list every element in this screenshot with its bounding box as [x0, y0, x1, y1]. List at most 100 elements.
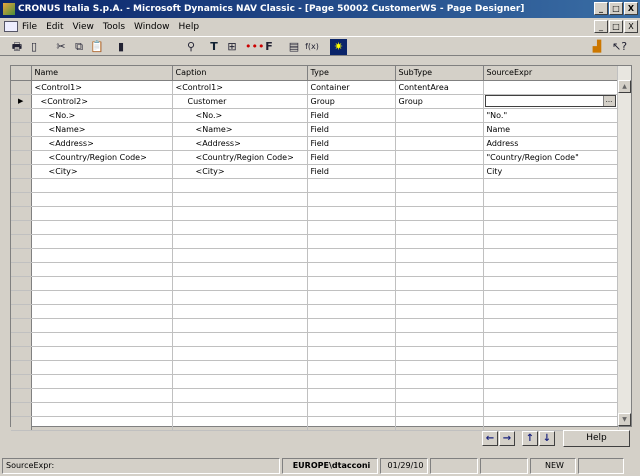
- cell-source[interactable]: [483, 360, 619, 375]
- cell-caption[interactable]: [172, 360, 308, 375]
- cell-name[interactable]: <Country/Region Code>: [31, 150, 173, 165]
- move-right-button[interactable]: →: [499, 431, 515, 446]
- help-pointer-icon[interactable]: ↖?: [612, 39, 627, 55]
- cell-name[interactable]: [31, 402, 173, 417]
- cell-caption[interactable]: [172, 374, 308, 389]
- table-row[interactable]: [11, 374, 619, 389]
- cell-type[interactable]: Field: [307, 122, 396, 137]
- cell-name[interactable]: <No.>: [31, 108, 173, 123]
- table-row[interactable]: [11, 388, 619, 403]
- cell-name[interactable]: [31, 234, 173, 249]
- cell-name[interactable]: [31, 220, 173, 235]
- cell-name[interactable]: [31, 248, 173, 263]
- cell-type[interactable]: [307, 262, 396, 277]
- row-selector[interactable]: [11, 164, 32, 179]
- cell-source[interactable]: [483, 276, 619, 291]
- cell-subtype[interactable]: [395, 220, 484, 235]
- column-header-sourceexpr[interactable]: SourceExpr: [483, 66, 619, 81]
- cell-name[interactable]: <City>: [31, 164, 173, 179]
- cell-caption[interactable]: [172, 402, 308, 417]
- table-row[interactable]: [11, 178, 619, 193]
- cell-caption[interactable]: [172, 290, 308, 305]
- cell-caption[interactable]: [172, 220, 308, 235]
- column-header-subtype[interactable]: SubType: [395, 66, 484, 81]
- cell-source[interactable]: [483, 206, 619, 221]
- cell-caption[interactable]: [172, 234, 308, 249]
- row-selector[interactable]: [11, 80, 32, 95]
- table-row[interactable]: [11, 318, 619, 333]
- column-header-name[interactable]: Name: [31, 66, 173, 81]
- cell-name[interactable]: [31, 206, 173, 221]
- table-row[interactable]: [11, 192, 619, 207]
- row-selector[interactable]: [11, 248, 32, 263]
- cell-type[interactable]: [307, 402, 396, 417]
- table-row[interactable]: [11, 416, 619, 431]
- cell-type[interactable]: [307, 276, 396, 291]
- cell-source[interactable]: "No.": [483, 108, 619, 123]
- cell-caption[interactable]: [172, 304, 308, 319]
- table-row[interactable]: [11, 290, 619, 305]
- cell-caption[interactable]: <Country/Region Code>: [172, 150, 308, 165]
- cell-caption[interactable]: [172, 178, 308, 193]
- cell-name[interactable]: <Name>: [31, 122, 173, 137]
- cell-subtype[interactable]: [395, 346, 484, 361]
- row-selector[interactable]: [11, 332, 32, 347]
- cell-type[interactable]: [307, 220, 396, 235]
- cell-subtype[interactable]: [395, 234, 484, 249]
- cell-name[interactable]: [31, 360, 173, 375]
- cell-name[interactable]: <Control1>: [31, 80, 173, 95]
- cell-name[interactable]: [31, 178, 173, 193]
- chart-icon[interactable]: ▟: [590, 39, 604, 55]
- cell-type[interactable]: [307, 248, 396, 263]
- print-icon[interactable]: 🖶: [10, 39, 24, 55]
- corner-cell[interactable]: [11, 66, 32, 81]
- cell-subtype[interactable]: [395, 318, 484, 333]
- row-selector[interactable]: [11, 136, 32, 151]
- row-selector[interactable]: [11, 304, 32, 319]
- cell-source[interactable]: "Country/Region Code": [483, 150, 619, 165]
- column-header-type[interactable]: Type: [307, 66, 396, 81]
- row-selector[interactable]: [11, 206, 32, 221]
- cell-subtype[interactable]: [395, 192, 484, 207]
- cell-type[interactable]: [307, 388, 396, 403]
- cell-subtype[interactable]: [395, 178, 484, 193]
- cell-source[interactable]: ...: [483, 94, 619, 109]
- table-row[interactable]: [11, 402, 619, 417]
- paste-icon[interactable]: 📋: [90, 39, 104, 55]
- cell-type[interactable]: [307, 178, 396, 193]
- cell-subtype[interactable]: Group: [395, 94, 484, 109]
- table-row[interactable]: [11, 206, 619, 221]
- cell-source[interactable]: [483, 262, 619, 277]
- table-row[interactable]: [11, 262, 619, 277]
- row-selector[interactable]: [11, 402, 32, 417]
- cell-caption[interactable]: Customer: [172, 94, 308, 109]
- table-row[interactable]: <Name> <Name> Field Name: [11, 122, 619, 137]
- row-selector[interactable]: [11, 122, 32, 137]
- close-button[interactable]: X: [624, 2, 638, 15]
- cell-caption[interactable]: [172, 318, 308, 333]
- cell-type[interactable]: [307, 332, 396, 347]
- find-icon[interactable]: ⚲: [184, 39, 198, 55]
- document-icon[interactable]: [4, 21, 18, 32]
- sourceexpr-input[interactable]: ...: [484, 95, 616, 107]
- cell-name[interactable]: [31, 374, 173, 389]
- menu-file[interactable]: File: [22, 22, 37, 32]
- attach-icon[interactable]: ▮: [115, 39, 127, 55]
- cell-source[interactable]: [483, 346, 619, 361]
- cell-source[interactable]: [483, 388, 619, 403]
- cell-type[interactable]: [307, 318, 396, 333]
- copy-icon[interactable]: ⧉: [72, 39, 86, 55]
- table-row[interactable]: [11, 248, 619, 263]
- row-selector[interactable]: [11, 234, 32, 249]
- cell-source[interactable]: Address: [483, 136, 619, 151]
- table-row[interactable]: [11, 304, 619, 319]
- cell-name[interactable]: [31, 276, 173, 291]
- cell-caption[interactable]: <Name>: [172, 122, 308, 137]
- row-selector[interactable]: [11, 360, 32, 375]
- print-preview-icon[interactable]: ▯: [27, 39, 41, 55]
- cell-subtype[interactable]: [395, 290, 484, 305]
- table-row[interactable]: <Country/Region Code> <Country/Region Cod…: [11, 150, 619, 165]
- move-left-button[interactable]: ←: [482, 431, 498, 446]
- table-row[interactable]: [11, 276, 619, 291]
- cell-subtype[interactable]: [395, 262, 484, 277]
